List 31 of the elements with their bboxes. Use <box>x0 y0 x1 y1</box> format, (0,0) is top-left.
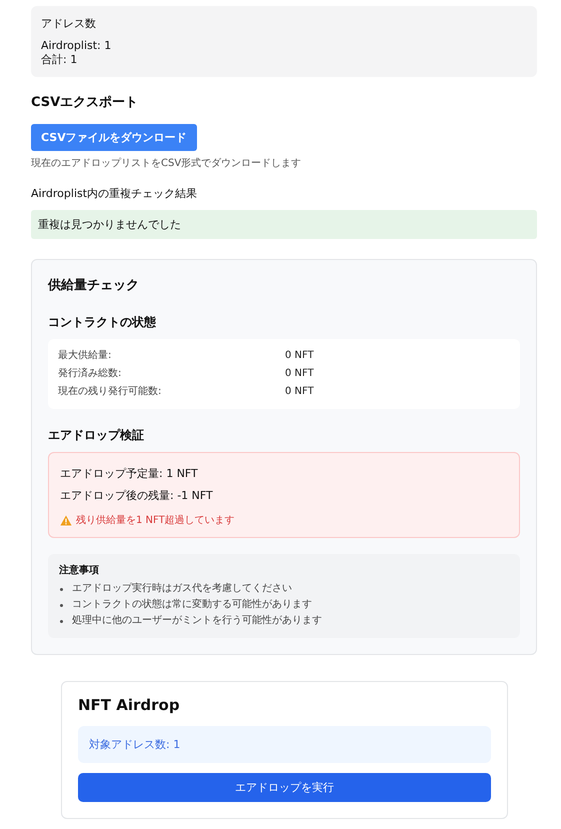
section-heading: Airdroplist内の重複チェック結果 <box>31 186 198 201</box>
card-title: 供給量チェック <box>48 277 140 294</box>
panel-title: アドレス数 <box>41 16 97 31</box>
count-text: Airdroplist: 1 <box>41 39 112 53</box>
result-banner: 重複は見つかりませんでした <box>31 210 537 239</box>
card-title: NFT Airdrop <box>78 696 181 714</box>
field-value: 0 NFT <box>285 385 314 399</box>
target-count: 対象アドレス数: 1 <box>78 726 491 763</box>
execute-button[interactable]: エアドロップを実行 <box>78 773 491 802</box>
verification-text: エアドロップ予定量: 1 NFT <box>60 466 199 482</box>
note-text: 処理中に他のユーザーがミントを行う可能性があります <box>72 614 322 628</box>
bullet-icon <box>60 620 63 622</box>
section-heading: エアドロップ検証 <box>48 427 145 444</box>
field-label: 現在の残り発行可能数: <box>58 384 162 399</box>
section-heading: コントラクトの状態 <box>48 314 157 331</box>
field-value: 0 NFT <box>285 349 314 363</box>
field-label: 最大供給量: <box>58 348 112 363</box>
warning-text: 残り供給量を1 NFT超過しています <box>76 514 235 527</box>
note-text: コントラクトの状態は常に変動する可能性があります <box>72 598 312 612</box>
verification-text: エアドロップ後の残量: -1 NFT <box>60 488 214 504</box>
section-heading: CSVエクスポート <box>31 94 140 111</box>
notes-title: 注意事項 <box>59 563 100 577</box>
note-text: エアドロップ実行時はガス代を考慮してください <box>72 582 292 596</box>
field-label: 発行済み総数: <box>58 366 122 381</box>
warning-icon <box>60 514 72 526</box>
bullet-icon <box>60 588 63 590</box>
hint-text: 現在のエアドロップリストをCSV形式でダウンロードします <box>31 156 302 170</box>
bullet-icon <box>60 604 63 606</box>
download-button[interactable]: CSVファイルをダウンロード <box>31 124 197 151</box>
count-text: 合計: 1 <box>41 53 78 67</box>
field-value: 0 NFT <box>285 367 314 381</box>
